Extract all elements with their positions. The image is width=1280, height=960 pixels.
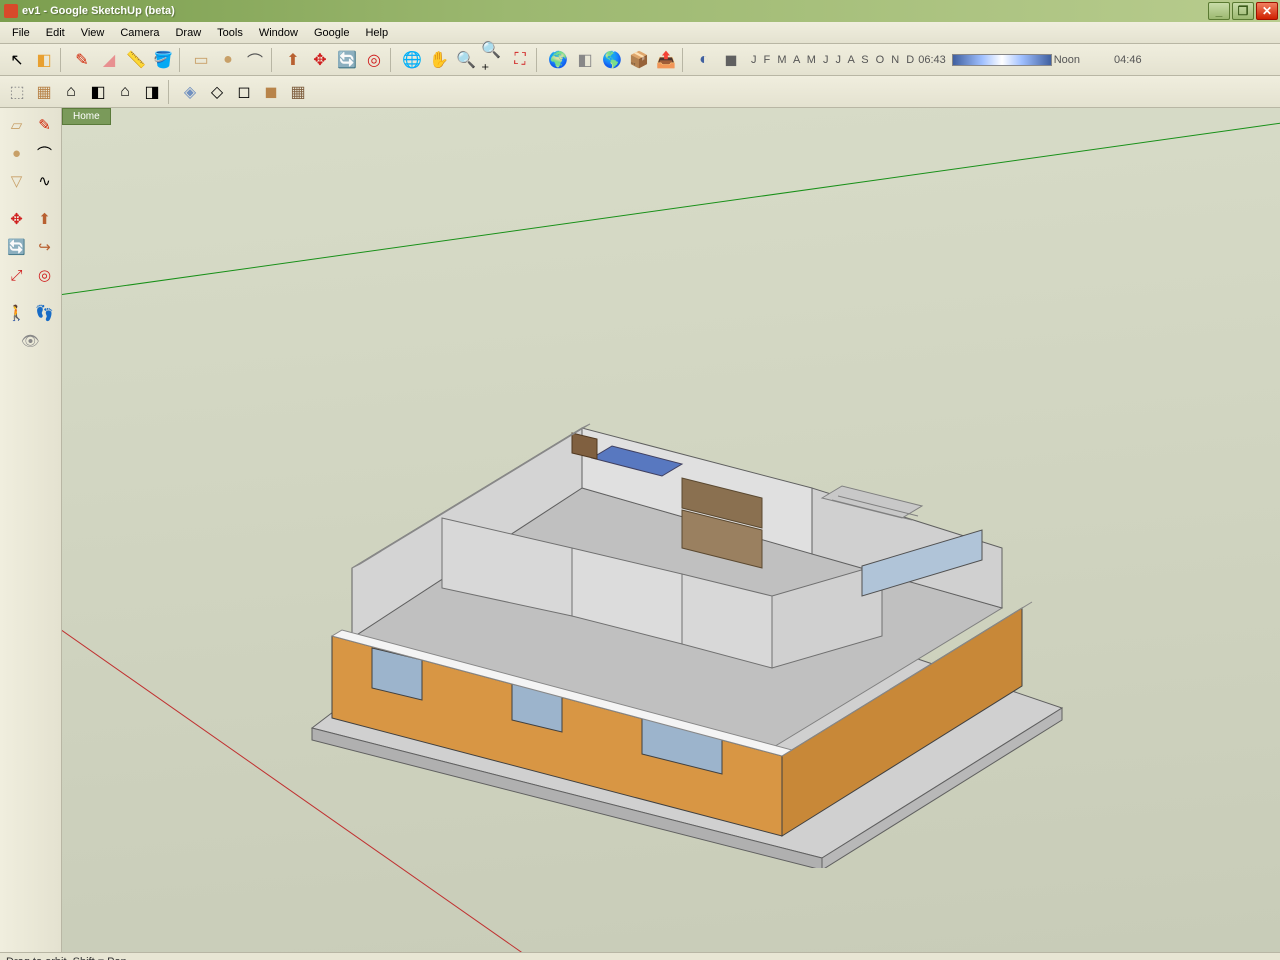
menu-view[interactable]: View bbox=[73, 25, 113, 41]
menu-help[interactable]: Help bbox=[357, 25, 396, 41]
back-view-icon[interactable]: ⌂ bbox=[112, 79, 138, 105]
make-component-icon[interactable]: ◧ bbox=[31, 47, 57, 73]
offset-side-icon[interactable]: ◎ bbox=[32, 262, 58, 288]
menu-window[interactable]: Window bbox=[251, 25, 306, 41]
eraser-tool-icon[interactable]: ◢ bbox=[96, 47, 122, 73]
house-model bbox=[262, 308, 1082, 868]
toggle-terrain-icon[interactable]: ◧ bbox=[572, 47, 598, 73]
rotate-side-icon[interactable]: 🔄 bbox=[4, 234, 30, 260]
xray-style-icon[interactable]: ◈ bbox=[177, 79, 203, 105]
menu-bar: File Edit View Camera Draw Tools Window … bbox=[0, 22, 1280, 44]
green-axis bbox=[62, 113, 1280, 309]
scale-side-icon[interactable]: ⤢ bbox=[4, 262, 30, 288]
tape-measure-icon[interactable]: 📏 bbox=[123, 47, 149, 73]
titlebar: ev1 - Google SketchUp (beta) _ ❐ ✕ bbox=[0, 0, 1280, 22]
shaded-style-icon[interactable]: ◼ bbox=[258, 79, 284, 105]
circle-side-icon[interactable]: ● bbox=[4, 140, 30, 166]
followme-side-icon[interactable]: ↪ bbox=[32, 234, 58, 260]
toolbar-row-2: ⬚ ▦ ⌂ ◧ ⌂ ◨ ◈ ◇ ◻ ◼ ▦ bbox=[0, 76, 1280, 108]
move-tool-icon[interactable]: ✥ bbox=[307, 47, 333, 73]
push-pull-icon[interactable]: ⬆ bbox=[280, 47, 306, 73]
paint-bucket-icon[interactable]: 🪣 bbox=[150, 47, 176, 73]
rotate-tool-icon[interactable]: 🔄 bbox=[334, 47, 360, 73]
time-of-day-slider[interactable] bbox=[952, 54, 1052, 66]
walk-side-icon[interactable]: 🚶 bbox=[4, 300, 30, 326]
circle-tool-icon[interactable]: ● bbox=[215, 47, 241, 73]
pushpull-side-icon[interactable]: ⬆ bbox=[32, 206, 58, 232]
iso-view-icon[interactable]: ⬚ bbox=[4, 79, 30, 105]
noon-label: Noon bbox=[1054, 54, 1080, 66]
status-text: Drag to orbit. Shift = Pan bbox=[6, 956, 127, 960]
menu-edit[interactable]: Edit bbox=[38, 25, 73, 41]
hidden-line-style-icon[interactable]: ◻ bbox=[231, 79, 257, 105]
drawing-toolbar: ▱✎ ●⌒ ▽∿ ✥⬆ 🔄↪ ⤢◎ 🚶👣 👁 bbox=[0, 108, 62, 952]
minimize-button[interactable]: _ bbox=[1208, 2, 1230, 20]
offset-tool-icon[interactable]: ◎ bbox=[361, 47, 387, 73]
shaded-textures-style-icon[interactable]: ▦ bbox=[285, 79, 311, 105]
menu-draw[interactable]: Draw bbox=[167, 25, 209, 41]
arc-side-icon[interactable]: ⌒ bbox=[32, 140, 58, 166]
zoom-tool-icon[interactable]: 🔍 bbox=[453, 47, 479, 73]
top-view-icon[interactable]: ▦ bbox=[31, 79, 57, 105]
menu-tools[interactable]: Tools bbox=[209, 25, 251, 41]
arc-tool-icon[interactable]: ⌒ bbox=[242, 47, 268, 73]
maximize-button[interactable]: ❐ bbox=[1232, 2, 1254, 20]
menu-google[interactable]: Google bbox=[306, 25, 357, 41]
place-model-icon[interactable]: 🌎 bbox=[599, 47, 625, 73]
line-side-icon[interactable]: ✎ bbox=[32, 112, 58, 138]
left-view-icon[interactable]: ◨ bbox=[139, 79, 165, 105]
zoom-window-icon[interactable]: 🔍⁺ bbox=[480, 47, 506, 73]
month-scale: J F M A M J J A S O N D bbox=[751, 54, 916, 66]
move-side-icon[interactable]: ✥ bbox=[4, 206, 30, 232]
app-icon bbox=[4, 4, 18, 18]
zoom-extents-icon[interactable]: ⛶ bbox=[507, 47, 533, 73]
wireframe-style-icon[interactable]: ◇ bbox=[204, 79, 230, 105]
polygon-side-icon[interactable]: ▽ bbox=[4, 168, 30, 194]
pan-tool-icon[interactable]: ✋ bbox=[426, 47, 452, 73]
menu-file[interactable]: File bbox=[4, 25, 38, 41]
look-around-side-icon[interactable]: 👁 bbox=[18, 328, 44, 354]
line-tool-icon[interactable]: ✎ bbox=[69, 47, 95, 73]
time-start: 06:43 bbox=[918, 54, 946, 66]
footprints-side-icon[interactable]: 👣 bbox=[32, 300, 58, 326]
shadow-gauge: J F M A M J J A S O N D 06:43 Noon 04:46 bbox=[751, 54, 1142, 66]
right-view-icon[interactable]: ◧ bbox=[85, 79, 111, 105]
rectangle-tool-icon[interactable]: ▭ bbox=[188, 47, 214, 73]
window-title: ev1 - Google SketchUp (beta) bbox=[22, 5, 1206, 17]
orbit-tool-icon[interactable]: 🌐 bbox=[399, 47, 425, 73]
time-end: 04:46 bbox=[1114, 54, 1142, 66]
3d-viewport[interactable]: Home bbox=[62, 108, 1280, 952]
select-tool-icon[interactable]: ↖ bbox=[4, 47, 30, 73]
close-button[interactable]: ✕ bbox=[1256, 2, 1278, 20]
freehand-side-icon[interactable]: ∿ bbox=[32, 168, 58, 194]
shadow-toggle-icon[interactable]: ◐ bbox=[691, 47, 717, 73]
rectangle-side-icon[interactable]: ▱ bbox=[4, 112, 30, 138]
toolbar-row-1: ↖ ◧ ✎ ◢ 📏 🪣 ▭ ● ⌒ ⬆ ✥ 🔄 ◎ 🌐 ✋ 🔍 🔍⁺ ⛶ 🌍 ◧… bbox=[0, 44, 1280, 76]
get-current-view-icon[interactable]: 🌍 bbox=[545, 47, 571, 73]
front-view-icon[interactable]: ⌂ bbox=[58, 79, 84, 105]
share-model-icon[interactable]: 📤 bbox=[653, 47, 679, 73]
scene-tab-home[interactable]: Home bbox=[62, 108, 111, 125]
status-bar: Drag to orbit. Shift = Pan bbox=[0, 952, 1280, 960]
menu-camera[interactable]: Camera bbox=[112, 25, 167, 41]
shadow-settings-icon[interactable]: ◼ bbox=[718, 47, 744, 73]
get-models-icon[interactable]: 📦 bbox=[626, 47, 652, 73]
